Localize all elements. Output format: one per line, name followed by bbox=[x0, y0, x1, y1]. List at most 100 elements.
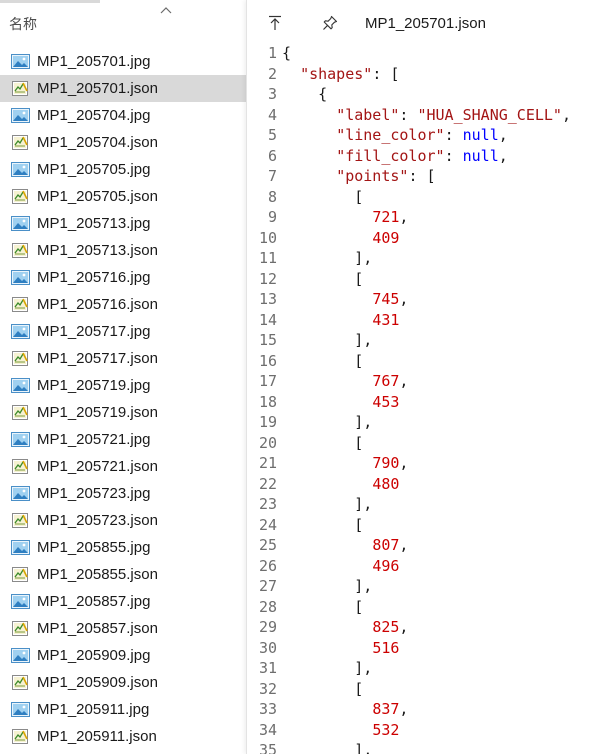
code-line: 11 ], bbox=[247, 249, 596, 270]
file-list-item[interactable]: MP1_205704.json bbox=[0, 129, 246, 156]
file-list-item[interactable]: MP1_205723.json bbox=[0, 507, 246, 534]
file-list-item[interactable]: MP1_205719.json bbox=[0, 399, 246, 426]
code-token: : bbox=[399, 105, 418, 124]
code-line: 7 "points": [ bbox=[247, 167, 596, 188]
file-list-item[interactable]: MP1_205717.jpg bbox=[0, 318, 246, 345]
line-content: 745, bbox=[282, 290, 408, 308]
line-number: 21 bbox=[258, 454, 277, 472]
file-list-item[interactable]: MP1_205716.json bbox=[0, 291, 246, 318]
line-number: 5 bbox=[267, 126, 277, 144]
line-content: ], bbox=[282, 495, 372, 513]
line-content: ], bbox=[282, 741, 372, 754]
line-content: "line_color": null, bbox=[282, 126, 508, 144]
code-token: ], bbox=[282, 249, 373, 267]
file-name: MP1_205909.jpg bbox=[37, 647, 151, 664]
file-list-item[interactable]: MP1_205721.json bbox=[0, 453, 246, 480]
file-list-item[interactable]: MP1_205857.jpg bbox=[0, 588, 246, 615]
pop-out-button[interactable] bbox=[264, 12, 286, 34]
file-list-item[interactable]: MP1_205911.jpg bbox=[0, 696, 246, 723]
image-file-icon bbox=[11, 108, 30, 123]
code-line: 25 807, bbox=[247, 536, 596, 557]
file-name: MP1_205855.jpg bbox=[37, 539, 151, 556]
line-content: ], bbox=[282, 249, 372, 267]
code-line: 13 745, bbox=[247, 290, 596, 311]
json-file-icon bbox=[12, 621, 28, 636]
json-file-icon bbox=[12, 351, 28, 366]
file-list-item[interactable]: MP1_205721.jpg bbox=[0, 426, 246, 453]
file-list-item[interactable]: MP1_205704.jpg bbox=[0, 102, 246, 129]
code-token: { bbox=[282, 85, 328, 103]
line-content: [ bbox=[282, 434, 363, 452]
line-number: 12 bbox=[258, 269, 277, 288]
line-content: [ bbox=[282, 270, 363, 288]
column-header-name[interactable]: 名称 bbox=[0, 0, 246, 44]
file-list-item[interactable]: MP1_205857.json bbox=[0, 615, 246, 642]
code-line: 3 { bbox=[247, 85, 596, 106]
json-file-icon bbox=[12, 675, 28, 690]
image-file-icon bbox=[11, 54, 30, 69]
file-name: MP1_205704.jpg bbox=[37, 107, 151, 124]
file-name: MP1_205716.jpg bbox=[37, 269, 151, 286]
header-divider bbox=[0, 0, 100, 3]
pin-button[interactable] bbox=[319, 12, 341, 34]
file-list-item[interactable]: MP1_205713.jpg bbox=[0, 210, 246, 237]
code-token: { bbox=[282, 44, 292, 62]
code-token: "fill_color" bbox=[336, 146, 445, 165]
file-name: MP1_205857.json bbox=[37, 620, 158, 637]
line-content: { bbox=[282, 85, 327, 103]
line-content: { bbox=[282, 44, 291, 62]
code-token: "label" bbox=[336, 105, 400, 124]
file-list-item[interactable]: MP1_205909.jpg bbox=[0, 642, 246, 669]
line-number: 16 bbox=[258, 351, 277, 370]
file-list-item[interactable]: MP1_205719.jpg bbox=[0, 372, 246, 399]
image-file-icon bbox=[11, 432, 30, 447]
line-number: 15 bbox=[258, 331, 277, 349]
file-list-item[interactable]: MP1_205701.jpg bbox=[0, 48, 246, 75]
image-file-icon bbox=[11, 486, 30, 501]
line-number: 13 bbox=[258, 290, 277, 308]
line-number: 20 bbox=[258, 433, 277, 452]
code-line: 17 767, bbox=[247, 372, 596, 393]
line-number: 33 bbox=[258, 700, 277, 718]
image-file-icon bbox=[11, 162, 30, 177]
code-line: 15 ], bbox=[247, 331, 596, 352]
file-list-item[interactable]: MP1_205717.json bbox=[0, 345, 246, 372]
file-list-item[interactable]: MP1_205909.json bbox=[0, 669, 246, 696]
image-file-icon bbox=[11, 702, 30, 717]
sort-chevron-up-icon[interactable] bbox=[160, 6, 172, 14]
image-file-icon bbox=[11, 270, 30, 285]
line-content: "shapes": [ bbox=[282, 65, 399, 83]
file-list-item[interactable]: MP1_205716.jpg bbox=[0, 264, 246, 291]
file-name: MP1_205723.jpg bbox=[37, 485, 151, 502]
preview-pane: MP1_205701.json 1{2 "shapes": [3 {4 "lab… bbox=[246, 0, 596, 754]
line-content: "label": "HUA_SHANG_CELL", bbox=[282, 106, 571, 124]
file-list: MP1_205701.jpg MP1_205701.json MP1_205704.… bbox=[0, 48, 246, 750]
code-token: ], bbox=[282, 577, 373, 595]
line-content: 807, bbox=[282, 536, 408, 554]
line-content: ], bbox=[282, 413, 372, 431]
json-code-view[interactable]: 1{2 "shapes": [3 {4 "label": "HUA_SHANG_… bbox=[247, 44, 596, 754]
image-file-icon bbox=[11, 378, 30, 393]
line-number: 34 bbox=[258, 720, 277, 739]
file-list-item[interactable]: MP1_205855.json bbox=[0, 561, 246, 588]
file-list-item[interactable]: MP1_205855.jpg bbox=[0, 534, 246, 561]
file-list-item[interactable]: MP1_205701.json bbox=[0, 75, 246, 102]
code-token: null bbox=[462, 126, 499, 144]
line-number: 17 bbox=[258, 372, 277, 390]
file-list-item[interactable]: MP1_205705.jpg bbox=[0, 156, 246, 183]
file-list-item[interactable]: MP1_205723.jpg bbox=[0, 480, 246, 507]
file-name: MP1_205705.json bbox=[37, 188, 158, 205]
code-token: 532 bbox=[372, 720, 400, 739]
file-list-item[interactable]: MP1_205705.json bbox=[0, 183, 246, 210]
file-name: MP1_205701.jpg bbox=[37, 53, 151, 70]
file-list-item[interactable]: MP1_205911.json bbox=[0, 723, 246, 750]
file-list-item[interactable]: MP1_205713.json bbox=[0, 237, 246, 264]
